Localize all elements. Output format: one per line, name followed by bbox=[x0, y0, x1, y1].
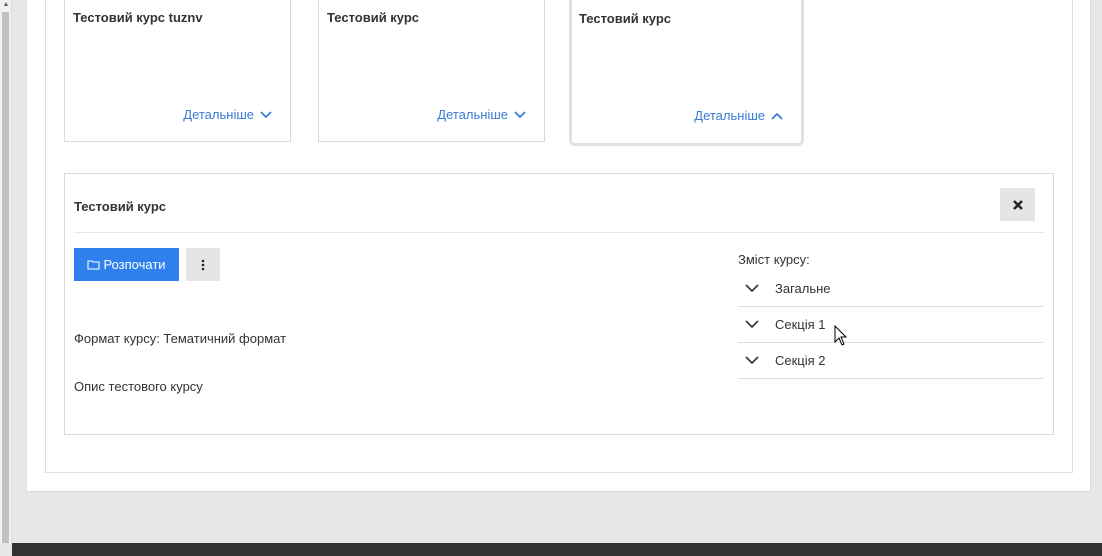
folder-icon bbox=[87, 260, 101, 270]
course-contents-label: Зміст курсу: bbox=[738, 252, 810, 267]
section-item-general[interactable]: Загальне bbox=[738, 271, 1044, 307]
scroll-up-arrow-icon[interactable]: ▲ bbox=[1, 0, 11, 10]
detail-title: Тестовий курс bbox=[74, 199, 167, 214]
footer bbox=[12, 543, 1102, 556]
scrollbar-thumb[interactable] bbox=[2, 12, 9, 543]
course-card: Тестовий курс tuznv Детальніше bbox=[64, 0, 291, 142]
start-course-button[interactable]: Розпочати bbox=[74, 248, 179, 281]
course-format-text: Формат курсу: Тематичний формат bbox=[74, 331, 287, 346]
chevron-down-icon bbox=[260, 110, 272, 118]
section-label: Загальне bbox=[775, 281, 831, 296]
course-detail-panel: Тестовий курс Розпочати Формат курсу: Те… bbox=[64, 173, 1054, 435]
section-item-2[interactable]: Секція 2 bbox=[738, 343, 1044, 379]
close-icon bbox=[1012, 199, 1023, 210]
page-scrollbar[interactable]: ▲ bbox=[0, 0, 12, 543]
details-label: Детальніше bbox=[437, 107, 508, 122]
chevron-down-icon bbox=[514, 110, 526, 118]
course-card: Тестовий курс Детальніше bbox=[318, 0, 545, 142]
section-item-1[interactable]: Секція 1 bbox=[738, 307, 1044, 343]
course-details-toggle[interactable]: Детальніше bbox=[437, 107, 526, 122]
more-options-button[interactable] bbox=[186, 248, 220, 281]
course-details-toggle[interactable]: Детальніше bbox=[183, 107, 272, 122]
start-course-label: Розпочати bbox=[103, 257, 166, 272]
chevron-down-icon bbox=[745, 320, 759, 329]
course-details-toggle[interactable]: Детальніше bbox=[694, 108, 783, 123]
details-label: Детальніше bbox=[694, 108, 765, 123]
course-description: Опис тестового курсу bbox=[74, 379, 203, 394]
mouse-pointer-icon bbox=[834, 325, 848, 346]
chevron-down-icon bbox=[745, 356, 759, 365]
kebab-menu-icon bbox=[201, 259, 205, 270]
course-card-title: Тестовий курс bbox=[579, 11, 672, 26]
close-button[interactable] bbox=[1000, 188, 1035, 221]
course-card-title: Тестовий курс tuznv bbox=[73, 10, 203, 25]
course-card-selected: Тестовий курс Детальніше bbox=[569, 0, 804, 146]
course-card-title: Тестовий курс bbox=[327, 10, 420, 25]
section-label: Секція 1 bbox=[775, 317, 826, 332]
chevron-down-icon bbox=[745, 284, 759, 293]
chevron-up-icon bbox=[771, 112, 783, 120]
divider bbox=[74, 232, 1044, 233]
details-label: Детальніше bbox=[183, 107, 254, 122]
section-label: Секція 2 bbox=[775, 353, 826, 368]
